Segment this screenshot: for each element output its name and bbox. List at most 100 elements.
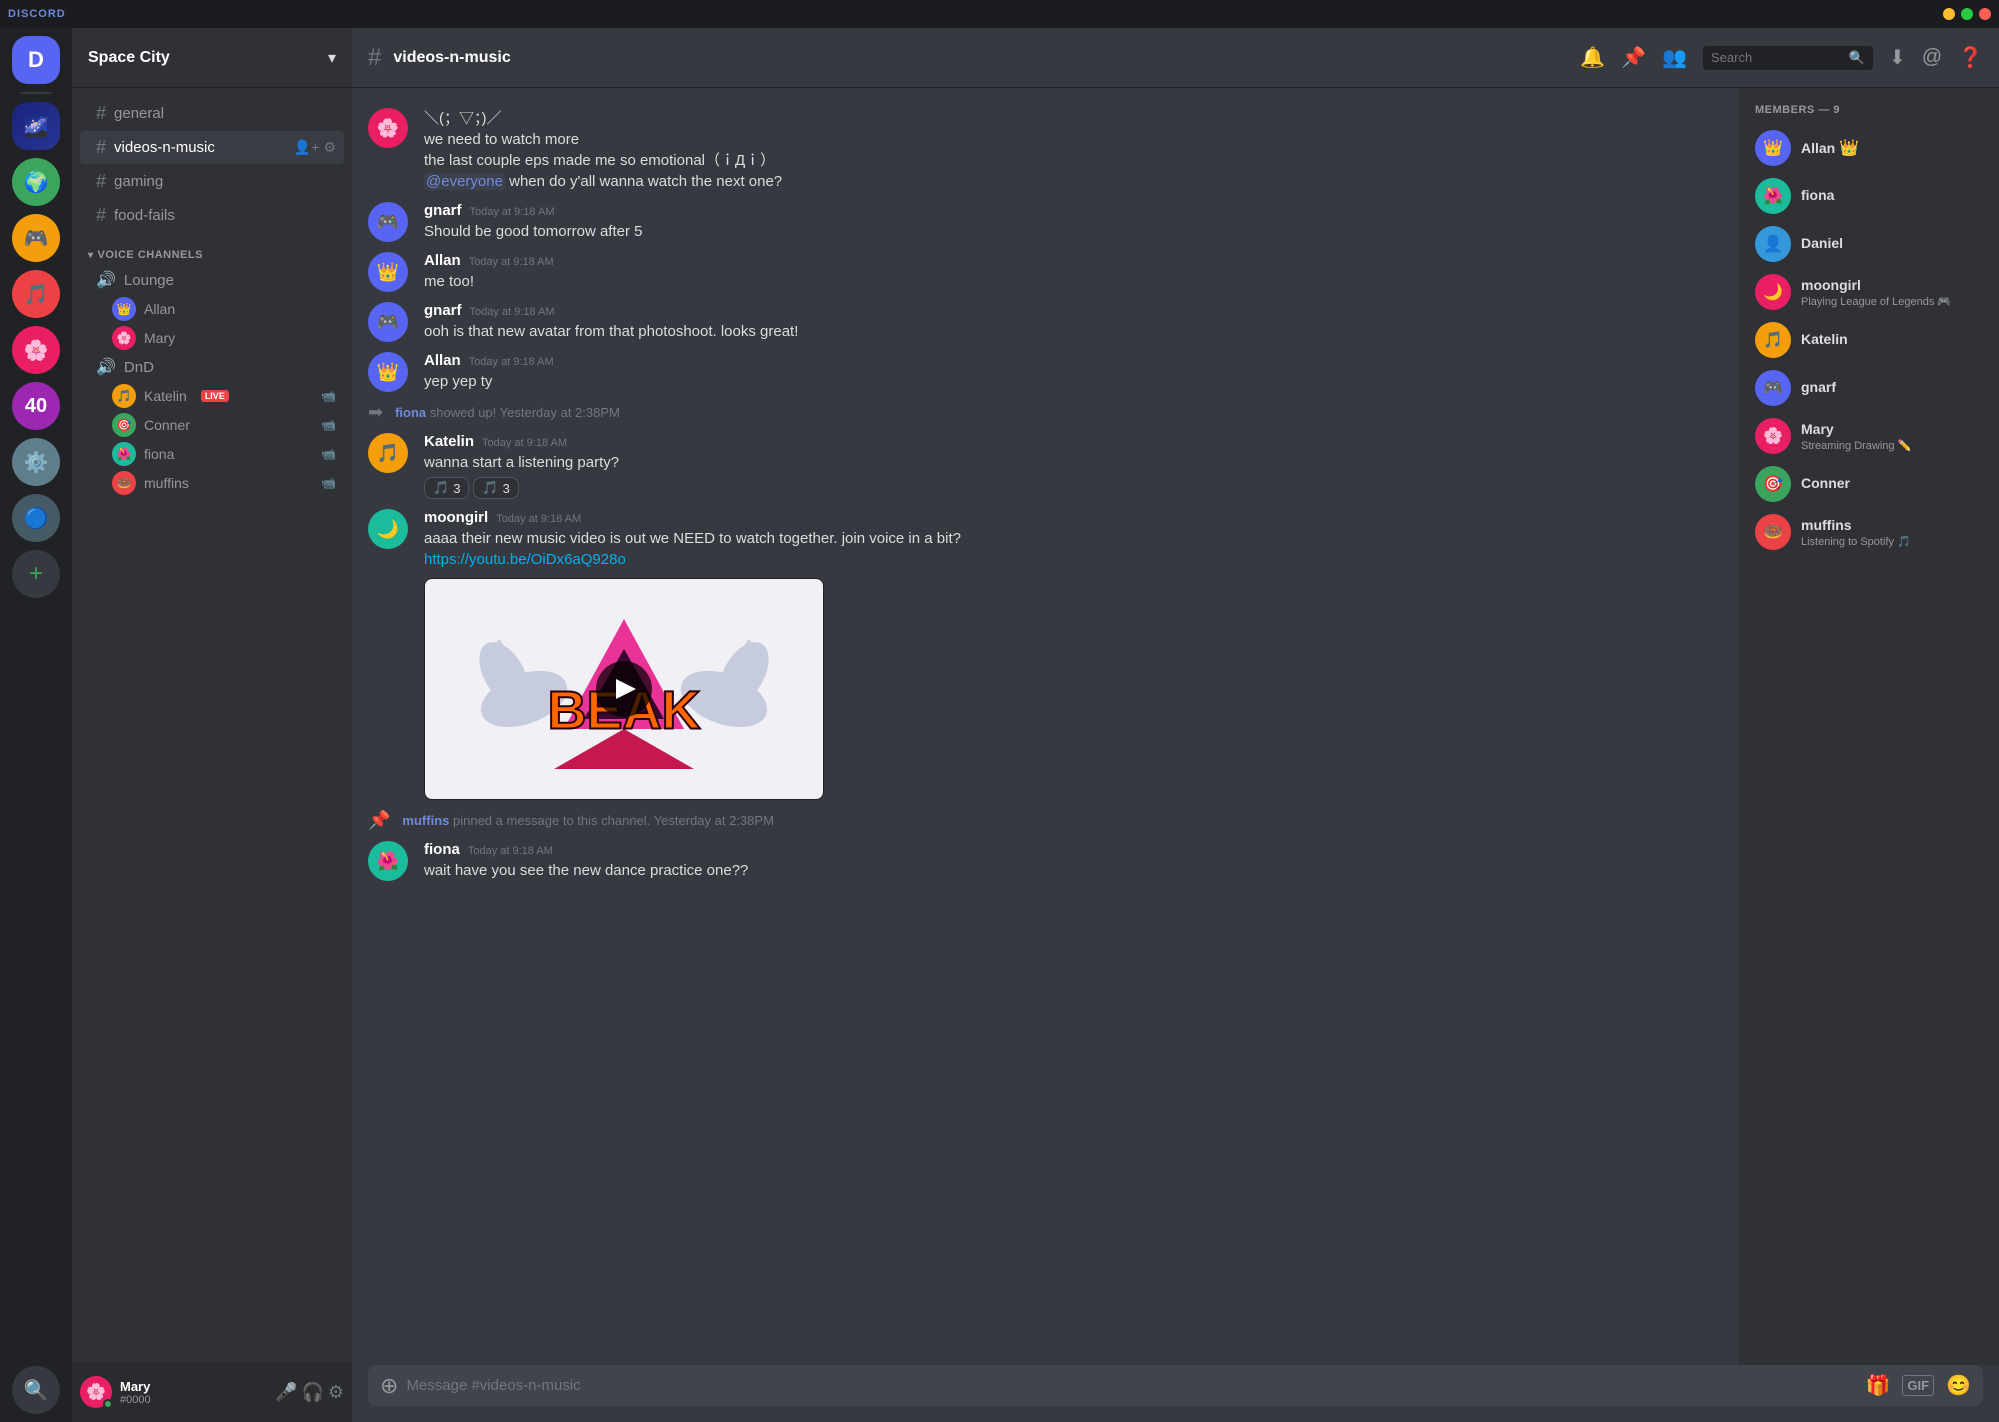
gif-button[interactable]: GIF [1902, 1375, 1934, 1396]
explore-servers-button[interactable]: 🔍 [12, 1366, 60, 1414]
emoji-button[interactable]: 😊 [1946, 1373, 1971, 1398]
channel-item-general[interactable]: # general [80, 97, 344, 130]
msg-author-allan2[interactable]: Allan [424, 352, 461, 369]
member-avatar-mary: 🌸 [1755, 418, 1791, 454]
voice-user-katelin[interactable]: 🎵 Katelin LIVE 📹 [80, 382, 344, 410]
maximize-button[interactable] [1961, 8, 1973, 20]
messages-area: 🌸 ＼(；▽；)／ we need to watch more the last… [352, 88, 1739, 1365]
gift-icon[interactable]: 🎁 [1866, 1373, 1891, 1398]
member-item-conner[interactable]: 🎯 Conner [1747, 460, 1991, 508]
channel-item-food-fails[interactable]: # food-fails [80, 199, 344, 232]
voice-channel-dnd[interactable]: 🔊 DnD [80, 353, 344, 381]
server-icon-4[interactable]: 🎵 [12, 270, 60, 318]
system-action: showed up! [430, 405, 500, 420]
server-icon-7[interactable]: ⚙️ [12, 438, 60, 486]
download-icon[interactable]: ⬇ [1889, 45, 1906, 70]
member-info-fiona: fiona [1801, 187, 1983, 205]
server-icon-6[interactable]: 40 [12, 382, 60, 430]
member-status-moongirl: Playing League of Legends 🎮 [1801, 295, 1983, 308]
msg-header-gnarf2: gnarf Today at 9:18 AM [424, 302, 1723, 319]
search-input[interactable] [1711, 50, 1841, 65]
member-item-gnarf[interactable]: 🎮 gnarf [1747, 364, 1991, 412]
member-item-mary[interactable]: 🌸 Mary Streaming Drawing ✏️ [1747, 412, 1991, 460]
add-member-icon[interactable]: 👤+ [294, 139, 320, 156]
close-button[interactable] [1979, 8, 1991, 20]
voice-user-icons-muffins: 📹 [321, 476, 336, 490]
add-file-button[interactable]: ⊕ [380, 1373, 398, 1399]
minimize-button[interactable] [1943, 8, 1955, 20]
pin-icon-system: 📌 [368, 810, 390, 831]
reaction-count-2: 3 [503, 481, 510, 496]
headphones-icon[interactable]: 🎧 [301, 1382, 323, 1403]
voice-channel-lounge[interactable]: 🔊 Lounge [80, 266, 344, 294]
msg-author-allan[interactable]: Allan [424, 252, 461, 269]
microphone-icon[interactable]: 🎤 [275, 1382, 297, 1403]
video-thumbnail[interactable]: BEAK [425, 579, 823, 799]
mention-icon[interactable]: @ [1922, 46, 1942, 69]
message-input-area: ⊕ 🎁 GIF 😊 [352, 1365, 1999, 1422]
server-icon-2[interactable]: 🌍 [12, 158, 60, 206]
voice-user-mary[interactable]: 🌸 Mary [80, 324, 344, 352]
msg-author-moongirl[interactable]: moongirl [424, 509, 488, 526]
msg-author-gnarf[interactable]: gnarf [424, 202, 462, 219]
member-item-daniel[interactable]: 👤 Daniel [1747, 220, 1991, 268]
voice-channel-lounge-name: Lounge [124, 272, 174, 289]
member-info-moongirl: moongirl Playing League of Legends 🎮 [1801, 277, 1983, 308]
server-icon-8[interactable]: 🔵 [12, 494, 60, 542]
channel-hash-icon: # [96, 171, 106, 192]
system-timestamp: Yesterday at 2:38PM [500, 405, 620, 420]
server-icon-discord[interactable]: D [12, 36, 60, 84]
msg-author-gnarf2[interactable]: gnarf [424, 302, 462, 319]
msg-author-fiona[interactable]: fiona [424, 841, 460, 858]
channel-hash-icon: # [96, 137, 106, 158]
mention-everyone[interactable]: @everyone [424, 173, 505, 190]
system-actor-fiona[interactable]: fiona [395, 405, 426, 420]
server-header[interactable]: Space City ▾ [72, 28, 352, 88]
voice-user-muffins[interactable]: 🍩 muffins 📹 [80, 469, 344, 497]
voice-user-fiona[interactable]: 🌺 fiona 📹 [80, 440, 344, 468]
voice-channels-category[interactable]: ▾ VOICE CHANNELS [72, 233, 352, 265]
member-item-katelin[interactable]: 🎵 Katelin [1747, 316, 1991, 364]
msg-author-katelin[interactable]: Katelin [424, 433, 474, 450]
bell-icon[interactable]: 🔔 [1580, 45, 1605, 70]
pin-system-text: muffins pinned a message to this channel… [402, 813, 773, 828]
voice-user-name-allan: Allan [144, 301, 175, 317]
server-icon-5[interactable]: 🌸 [12, 326, 60, 374]
pin-icon[interactable]: 📌 [1621, 45, 1646, 70]
user-status-dot [103, 1399, 113, 1409]
reaction-1[interactable]: 🎵 3 [424, 477, 469, 499]
voice-user-icons-katelin: 📹 [321, 389, 336, 403]
channel-name-general: general [114, 105, 164, 122]
member-item-moongirl[interactable]: 🌙 moongirl Playing League of Legends 🎮 [1747, 268, 1991, 316]
voice-user-avatar-katelin: 🎵 [112, 384, 136, 408]
member-item-muffins[interactable]: 🍩 muffins Listening to Spotify 🎵 [1747, 508, 1991, 556]
member-item-fiona[interactable]: 🌺 fiona [1747, 172, 1991, 220]
window-controls[interactable] [1943, 8, 1991, 20]
pin-action: pinned a message to this channel. [453, 813, 654, 828]
video-play-button[interactable] [596, 661, 652, 717]
search-box[interactable]: 🔍 [1703, 46, 1873, 70]
settings-icon[interactable]: ⚙ [323, 139, 336, 156]
voice-user-avatar-fiona: 🌺 [112, 442, 136, 466]
system-actor-muffins[interactable]: muffins [402, 813, 449, 828]
help-icon[interactable]: ❓ [1958, 45, 1983, 70]
video-link[interactable]: https://youtu.be/OiDx6aQ928o [424, 551, 626, 568]
voice-channels-label: VOICE CHANNELS [98, 249, 203, 261]
add-server-button[interactable]: + [12, 550, 60, 598]
msg-content-moongirl: moongirl Today at 9:18 AM aaaa their new… [424, 509, 1723, 800]
members-icon[interactable]: 👥 [1662, 45, 1687, 70]
voice-user-conner[interactable]: 🎯 Conner 📹 [80, 411, 344, 439]
channel-item-gaming[interactable]: # gaming [80, 165, 344, 198]
server-icon-space-city[interactable]: 🌌 [12, 102, 60, 150]
server-icon-3[interactable]: 🎮 [12, 214, 60, 262]
member-item-allan[interactable]: 👑 Allan 👑 [1747, 124, 1991, 172]
msg-content-fiona: fiona Today at 9:18 AM wait have you see… [424, 841, 1723, 881]
msg-avatar-allan: 👑 [368, 252, 408, 292]
msg-text-katelin: wanna start a listening party? [424, 452, 1723, 473]
settings-icon[interactable]: ⚙ [328, 1382, 344, 1403]
channel-item-videos-n-music[interactable]: # videos-n-music 👤+ ⚙ [80, 131, 344, 164]
reaction-2[interactable]: 🎵 3 [473, 477, 518, 499]
voice-user-allan[interactable]: 👑 Allan [80, 295, 344, 323]
member-avatar-allan: 👑 [1755, 130, 1791, 166]
message-text-input[interactable] [406, 1365, 1857, 1406]
